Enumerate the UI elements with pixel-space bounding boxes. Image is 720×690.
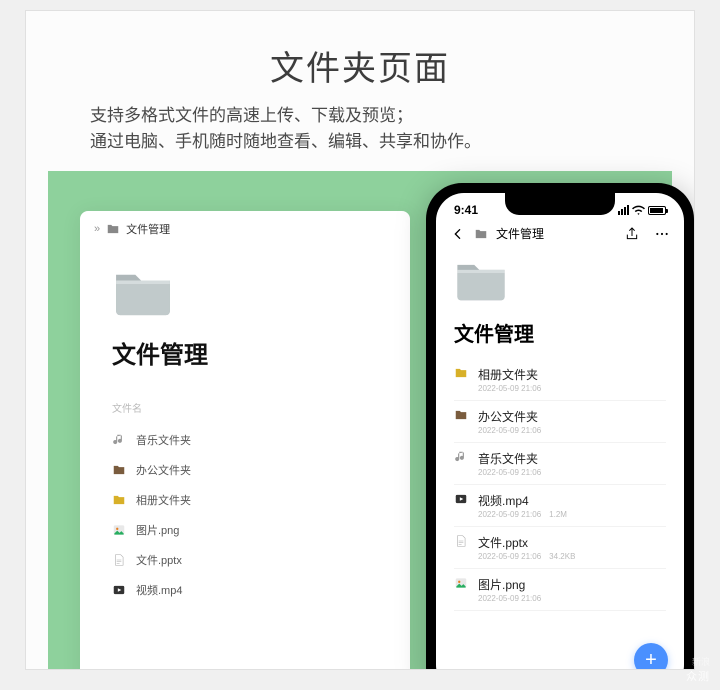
folder-hero-icon (454, 258, 508, 302)
file-meta: 2022-05-09 21:06 (478, 384, 541, 393)
phone-notch (505, 193, 615, 215)
folder-y-icon (112, 493, 126, 507)
folder-hero-icon (112, 267, 174, 317)
add-button[interactable]: + (634, 643, 668, 670)
folder-icon (454, 408, 468, 422)
list-item[interactable]: 文件.pptx (112, 545, 378, 575)
png-icon (112, 523, 126, 537)
phone-screen: 9:41 文件管理 (436, 193, 684, 670)
list-item[interactable]: 文件.pptx2022-05-09 21:0634.2KB (454, 527, 666, 569)
back-icon[interactable] (450, 226, 466, 242)
folder-y-icon (454, 366, 468, 380)
phone-file-list: 相册文件夹2022-05-09 21:06办公文件夹2022-05-09 21:… (436, 359, 684, 611)
file-meta: 2022-05-09 21:06 (478, 426, 541, 435)
phone-frame: 9:41 文件管理 (426, 183, 694, 670)
file-name: 相册文件夹 (478, 366, 541, 383)
list-item[interactable]: 图片.png (112, 515, 378, 545)
expand-icon[interactable]: » (94, 223, 100, 235)
file-name: 视频.mp4 (136, 582, 182, 598)
desktop-window: » 文件管理 文件管理 文件名 音乐文件夹办公文件夹相册文件夹图片.png 文件.… (80, 211, 410, 670)
phone-heading: 文件管理 (436, 308, 684, 359)
file-meta: 2022-05-09 21:061.2M (478, 510, 567, 519)
pptx-icon (112, 553, 126, 567)
page-subtitle: 支持多格式文件的高速上传、下载及预览； 通过电脑、手机随时随地查看、编辑、共享和… (90, 103, 481, 156)
list-item[interactable]: 办公文件夹2022-05-09 21:06 (454, 401, 666, 443)
file-name: 相册文件夹 (136, 492, 191, 508)
pptx-icon (454, 534, 468, 548)
battery-icon (648, 206, 666, 215)
file-meta: 2022-05-09 21:0634.2KB (478, 552, 575, 561)
desktop-heading: 文件管理 (80, 335, 410, 394)
share-icon[interactable] (624, 226, 640, 242)
file-meta: 2022-05-09 21:06 (478, 594, 541, 603)
folder-icon (474, 227, 488, 241)
list-item[interactable]: 视频.mp42022-05-09 21:061.2M (454, 485, 666, 527)
file-name: 文件.pptx (478, 534, 575, 551)
phone-breadcrumb-label: 文件管理 (496, 225, 544, 242)
png-icon (454, 576, 468, 590)
wifi-icon (632, 204, 645, 217)
file-name: 办公文件夹 (478, 408, 541, 425)
file-name: 图片.png (478, 576, 541, 593)
file-name: 视频.mp4 (478, 492, 567, 509)
list-item[interactable]: 视频.mp4 (112, 575, 378, 605)
file-meta: 2022-05-09 21:06 (478, 468, 541, 477)
list-item[interactable]: 图片.png2022-05-09 21:06 (454, 569, 666, 611)
status-time: 9:41 (454, 203, 478, 217)
file-name: 音乐文件夹 (136, 432, 191, 448)
list-item[interactable]: 音乐文件夹 (112, 425, 378, 455)
watermark-brand: 众测 (686, 668, 710, 684)
list-item[interactable]: 音乐文件夹2022-05-09 21:06 (454, 443, 666, 485)
folder-icon (106, 222, 120, 236)
breadcrumb-label: 文件管理 (126, 221, 170, 237)
column-header-name[interactable]: 文件名 (80, 394, 410, 425)
list-item[interactable]: 办公文件夹 (112, 455, 378, 485)
desktop-file-list: 音乐文件夹办公文件夹相册文件夹图片.png 文件.pptx 视频.mp4 (80, 425, 410, 605)
mp4-icon (454, 492, 468, 506)
list-item[interactable]: 相册文件夹2022-05-09 21:06 (454, 359, 666, 401)
page-title: 文件夹页面 (26, 41, 694, 90)
note-icon (112, 433, 126, 447)
list-item[interactable]: 相册文件夹 (112, 485, 378, 515)
watermark-sub: 新浪 (692, 655, 710, 668)
mp4-icon (112, 583, 126, 597)
file-name: 图片.png (136, 522, 179, 538)
folder-icon (112, 463, 126, 477)
file-name: 文件.pptx (136, 552, 182, 568)
more-icon[interactable] (654, 226, 670, 242)
file-name: 办公文件夹 (136, 462, 191, 478)
desktop-breadcrumb[interactable]: » 文件管理 (80, 211, 410, 247)
signal-icon (618, 205, 629, 215)
note-icon (454, 450, 468, 464)
file-name: 音乐文件夹 (478, 450, 541, 467)
